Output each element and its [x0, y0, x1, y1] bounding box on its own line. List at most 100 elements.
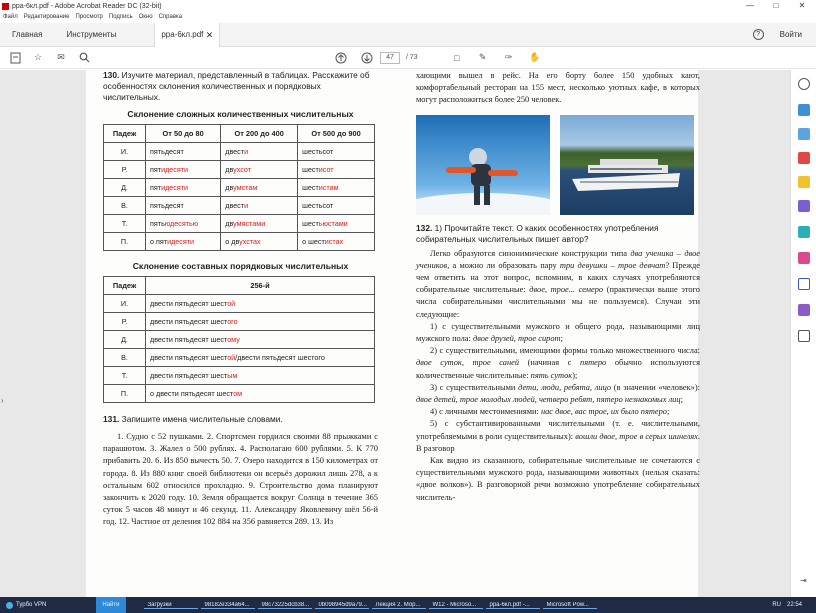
hand-tool-icon[interactable]: ✋ [528, 51, 542, 65]
tab-tools[interactable]: Инструменты [54, 23, 128, 47]
example-run: двое друзей, трое сирот [472, 334, 561, 344]
stem: двести пятьдесят шест [150, 371, 228, 380]
next-page-icon[interactable] [360, 51, 374, 65]
stem: дв [225, 219, 234, 228]
stem: двести пятьдесят шест [150, 353, 228, 362]
taskbar-app[interactable]: Загрузки [143, 602, 198, 609]
tab-home[interactable]: Главная [0, 23, 54, 47]
task-131-number: 131. [103, 414, 120, 424]
list-item-2: 2) с существительными, имеющими формы то… [416, 345, 700, 382]
table-header: От 50 до 80 [144, 124, 222, 143]
task-131-text: Запишите имена числительные словами. [121, 414, 283, 424]
create-pdf-icon[interactable] [798, 104, 810, 116]
bookmark-star-icon[interactable]: ☆ [31, 51, 45, 65]
ending: ом [233, 389, 243, 398]
clock[interactable]: 22:54 [787, 602, 802, 608]
menu-edit[interactable]: Редактирование [24, 14, 70, 20]
signature-icon[interactable]: ✑ [502, 51, 516, 65]
text-run: 2) с существительными, имеющими формы то… [430, 346, 700, 356]
close-window-button[interactable]: ✕ [790, 1, 814, 11]
taskbar-app[interactable]: W12 - Microso... [428, 602, 483, 609]
comment-icon[interactable]: □ [450, 51, 464, 65]
ending: ым [227, 371, 238, 380]
vpn-tray[interactable]: Турбо VPN [0, 601, 52, 609]
pen-icon[interactable]: ✎ [476, 51, 490, 65]
organize-pages-icon[interactable] [798, 226, 810, 238]
ship-text: хающими вышел в рейс. На его борту более… [416, 71, 700, 105]
menu-window[interactable]: Окно [139, 14, 153, 20]
search-icon[interactable] [77, 51, 91, 65]
close-tab-icon[interactable]: ✕ [206, 23, 214, 47]
cruise-ship-photo [560, 114, 694, 215]
case-cell: Т. [103, 214, 146, 233]
form-cell: о шестистах [297, 232, 375, 251]
ending: умстам [233, 183, 258, 192]
paragraph-1: Легко образуются синонимические конструк… [416, 248, 700, 321]
signin-button[interactable]: Войти [780, 30, 802, 39]
ending: истам [318, 183, 339, 192]
start-search[interactable]: Найти [96, 597, 126, 613]
help-icon[interactable]: ? [752, 29, 764, 40]
menu-sign[interactable]: Подпись [109, 14, 133, 20]
protect-icon[interactable] [798, 278, 810, 290]
task-132-number: 132. [416, 222, 433, 233]
tab-document[interactable]: ppa-6кл.pdf ✕ [154, 22, 221, 47]
stem: двести пятьдесят шест [150, 317, 228, 326]
maximize-button[interactable]: □ [764, 1, 788, 11]
stem: шест [302, 183, 319, 192]
combine-files-icon[interactable] [798, 200, 810, 212]
left-column: 130. Изучите материал, представленный в … [103, 70, 378, 529]
taskbar-app[interactable]: 98c73225dcb38... [257, 602, 312, 609]
send-for-signature-icon[interactable] [798, 304, 810, 316]
language-indicator[interactable]: RU [772, 602, 781, 608]
stem: двест [225, 147, 245, 156]
taskbar-app[interactable]: Microsoft Pow... [542, 602, 597, 609]
ending: ой [227, 353, 236, 362]
email-icon[interactable]: ✉ [54, 51, 68, 65]
fill-sign-icon[interactable] [798, 252, 810, 264]
table-row: В. двести пятьдесят шестой/двести пятьдес… [103, 348, 375, 367]
text-run: Легко образуются синонимические конструк… [430, 248, 631, 258]
taskbar-app[interactable]: 98182e334a64... [200, 602, 255, 609]
previous-page-icon[interactable] [334, 51, 348, 65]
stem: шест [302, 165, 319, 174]
form-cell: двести пятьдесят шестому [145, 330, 375, 349]
page-number-input[interactable]: 47 [380, 51, 400, 64]
task-130: 130. Изучите материал, представленный в … [103, 70, 378, 103]
ending: ьюстами [318, 219, 348, 228]
ending: юдесятью [164, 219, 199, 228]
edit-pdf-icon[interactable] [798, 128, 810, 140]
form-cell: шестисот [297, 160, 375, 179]
export-pdf-icon[interactable] [798, 152, 810, 164]
ending: ой [227, 299, 236, 308]
case-cell: П. [103, 232, 146, 251]
start-search-label: Найти [102, 602, 120, 608]
stem: о двести пятьдесят шест [150, 389, 234, 398]
more-tools-icon[interactable] [798, 330, 810, 342]
form-cell: двести [220, 196, 299, 215]
case-cell: П. [103, 384, 146, 403]
form-cell: двумястами [220, 214, 299, 233]
text-run: 4) с личными местоимениями: [430, 407, 541, 417]
save-icon[interactable] [8, 51, 22, 65]
menu-view[interactable]: Просмотр [75, 14, 102, 20]
minimize-button[interactable]: — [738, 1, 762, 11]
zoom-icon[interactable] [798, 78, 810, 90]
menu-file[interactable]: Файл [3, 14, 18, 20]
case-cell: В. [103, 196, 146, 215]
taskbar-apps: Загрузки 98182e334a64... 98c73225dcb38... 0… [143, 602, 597, 609]
collapse-panel-icon[interactable]: ⇥ [800, 576, 807, 585]
taskbar-app[interactable]: Лекция 2. Мор... [371, 602, 426, 609]
expand-left-panel-icon[interactable]: › [1, 396, 4, 405]
page-total: / 73 [406, 54, 418, 61]
example-run: двое суток, трое саней [416, 358, 520, 368]
menu-help[interactable]: Справка [159, 14, 183, 20]
taskbar-app[interactable]: ppa-6кл.pdf -... [485, 602, 540, 609]
comment-tool-icon[interactable] [798, 176, 810, 188]
form-cell: двести пятьдесят шестого [145, 312, 375, 331]
taskbar-app[interactable]: 0b098945d9a79... [314, 602, 369, 609]
ending: идесяти [161, 183, 189, 192]
table-row: Т. пятьюдесятью двумястами шестьюстами [103, 214, 375, 233]
table-header: Падеж [103, 276, 146, 295]
table-row: И. двести пятьдесят шестой [103, 294, 375, 313]
